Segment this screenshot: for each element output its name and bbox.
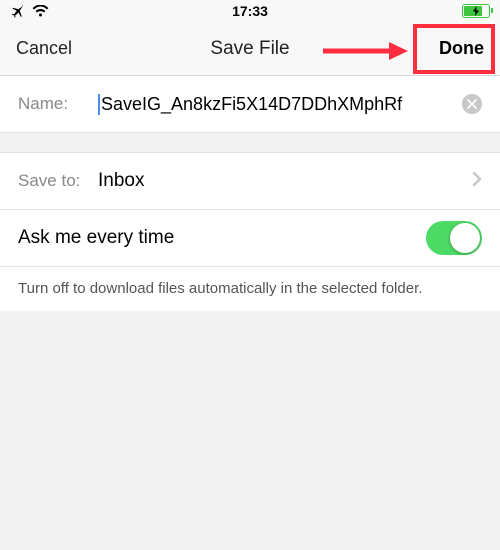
cancel-button[interactable]: Cancel — [16, 38, 72, 59]
ask-every-time-label: Ask me every time — [18, 227, 426, 249]
wifi-icon — [32, 5, 49, 18]
name-label: Name: — [18, 94, 98, 114]
clear-text-button[interactable] — [462, 94, 482, 114]
page-title: Save File — [210, 38, 289, 60]
name-row: Name: — [0, 76, 500, 133]
airplane-mode-icon — [10, 3, 26, 19]
nav-bar: Cancel Save File Done — [0, 22, 500, 76]
chevron-right-icon — [472, 171, 482, 192]
save-to-value: Inbox — [98, 170, 472, 192]
name-input[interactable] — [98, 94, 456, 115]
battery-icon — [462, 4, 490, 18]
footer-description: Turn off to download files automatically… — [0, 267, 500, 311]
ask-every-time-toggle[interactable] — [426, 221, 482, 255]
save-to-row[interactable]: Save to: Inbox — [0, 153, 500, 210]
status-time: 17:33 — [232, 3, 268, 19]
status-bar: 17:33 — [0, 0, 500, 22]
save-to-label: Save to: — [18, 171, 98, 191]
ask-every-time-row: Ask me every time — [0, 210, 500, 267]
done-button[interactable]: Done — [439, 38, 484, 59]
section-spacer — [0, 133, 500, 153]
